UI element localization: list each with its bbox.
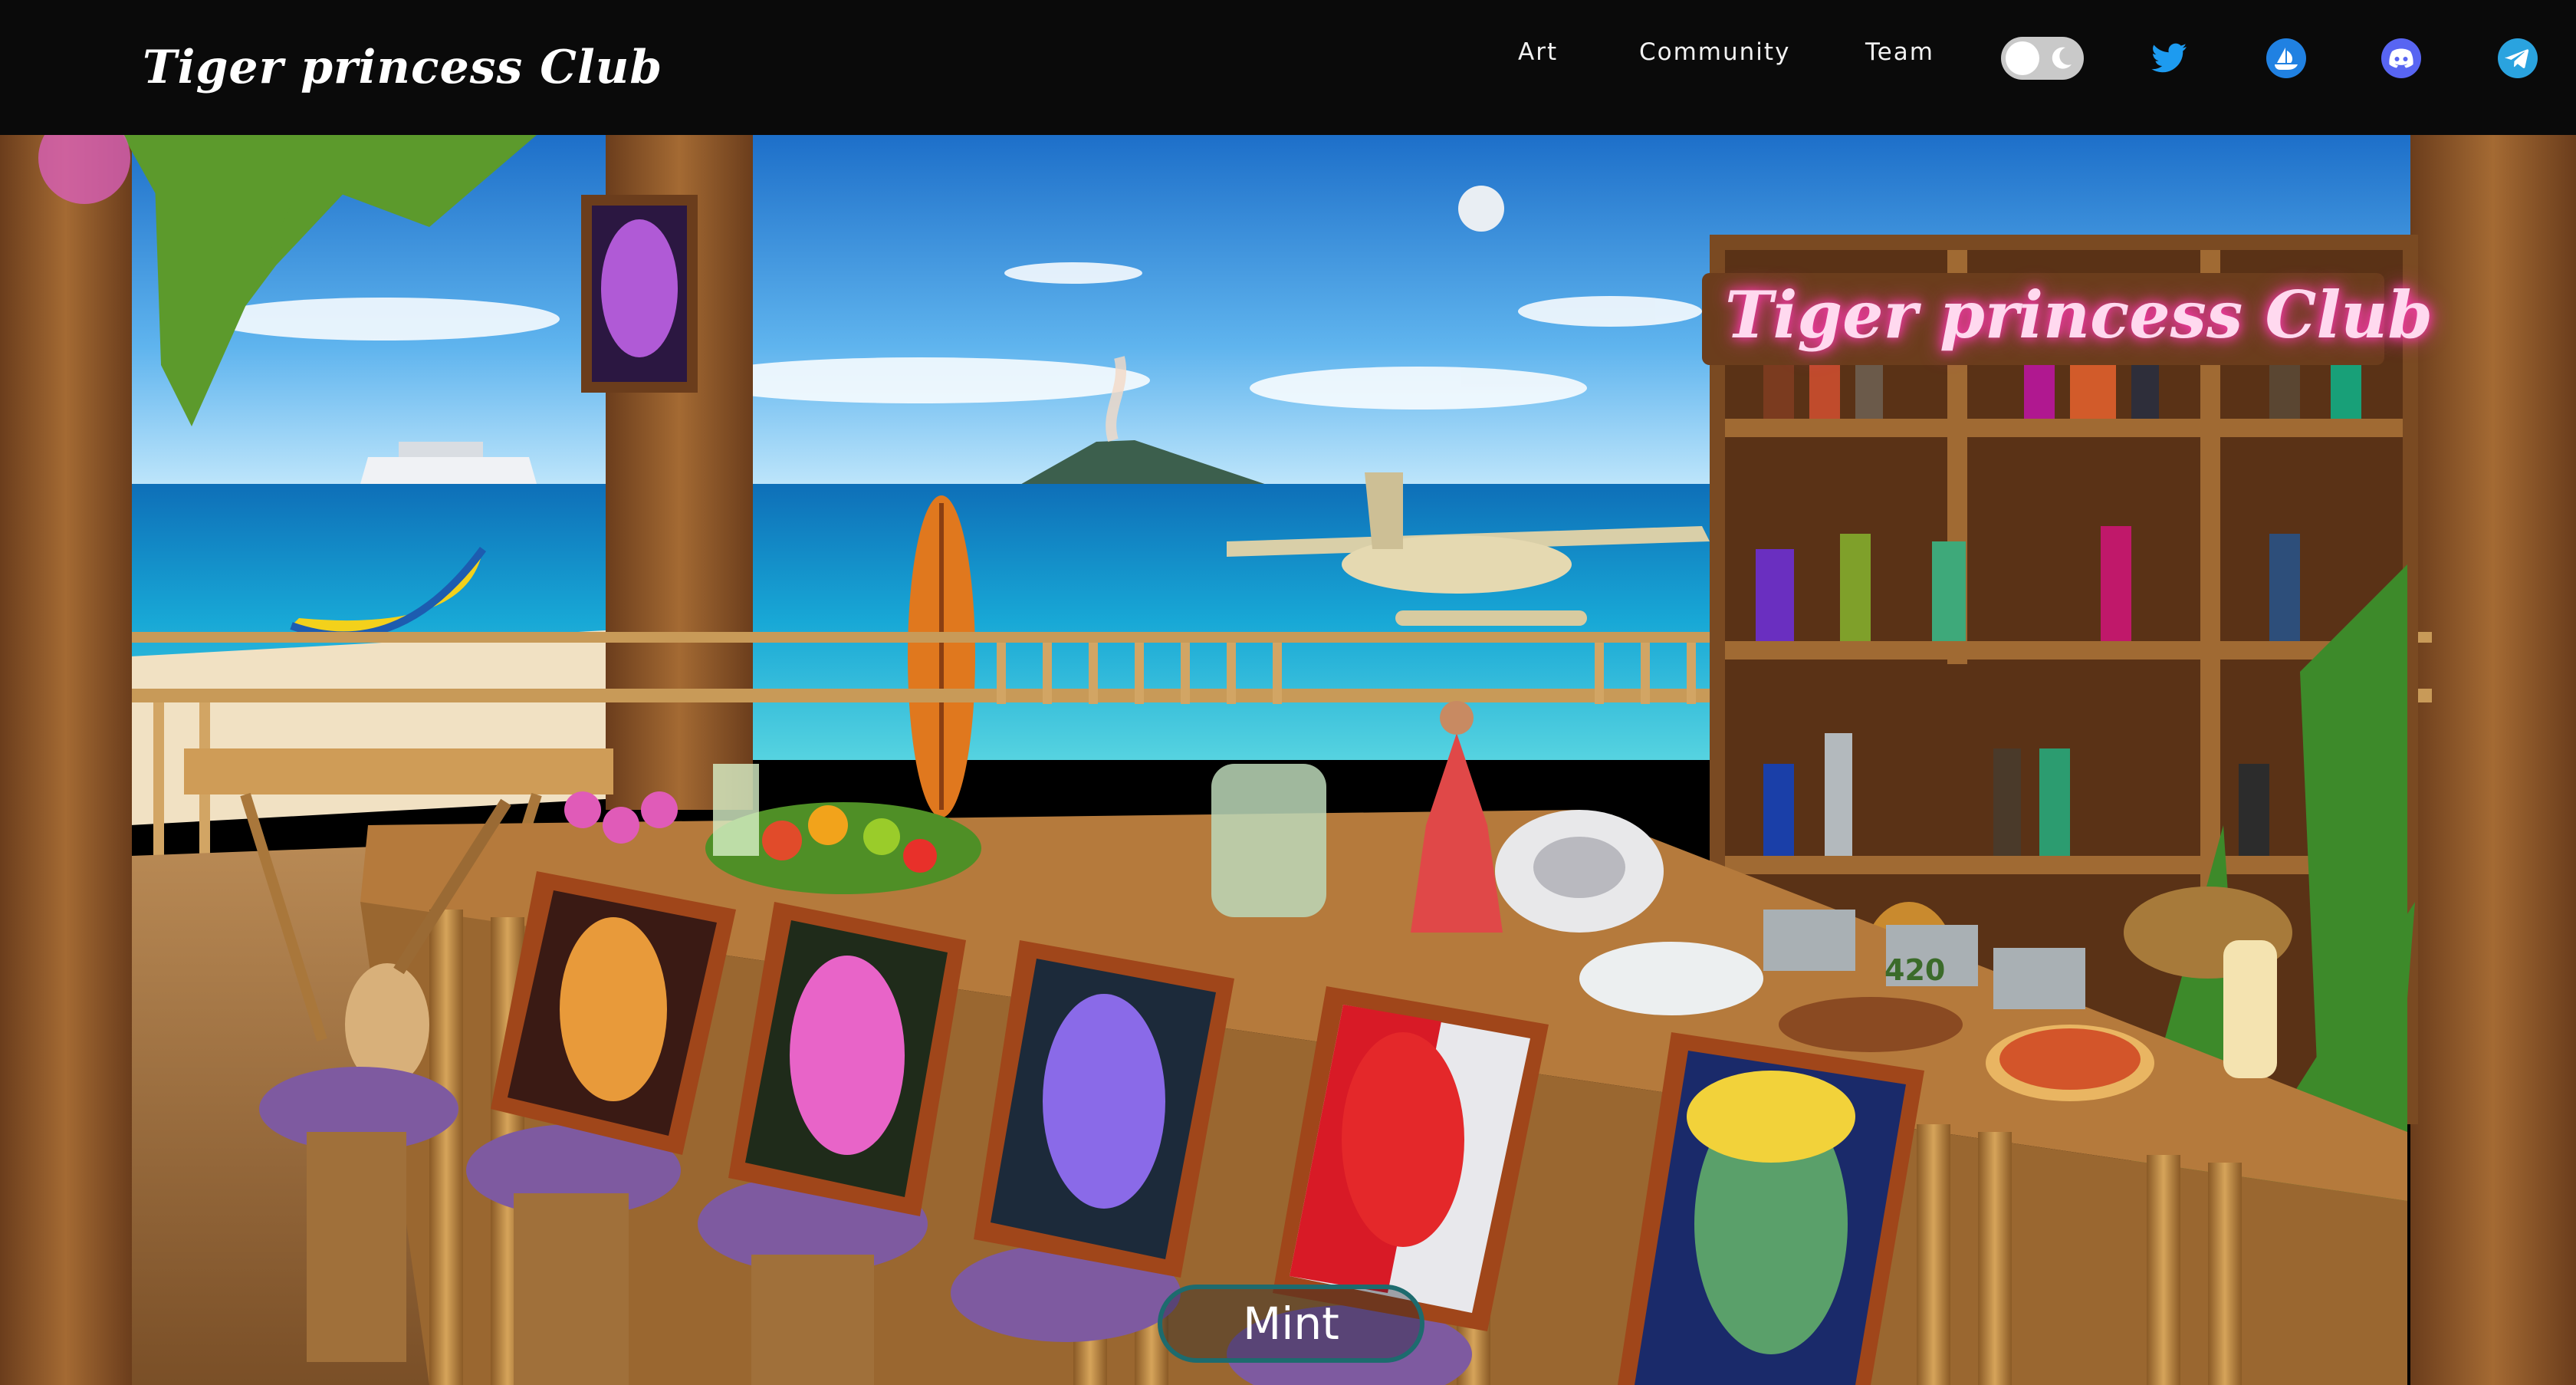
nav-link-team[interactable]: Team xyxy=(1865,38,1934,66)
hero-scene: Tiger princess Club 420 Mint xyxy=(0,135,2576,1385)
opensea-icon[interactable] xyxy=(2265,37,2308,80)
discord-icon[interactable] xyxy=(2380,37,2423,80)
telegram-icon[interactable] xyxy=(2496,37,2539,80)
mint-button[interactable]: Mint xyxy=(1158,1285,1424,1363)
toggle-knob xyxy=(2006,41,2039,75)
moon-icon xyxy=(2052,47,2072,69)
nav-link-community[interactable]: Community xyxy=(1639,38,1790,66)
theme-toggle[interactable] xyxy=(2001,37,2084,80)
jar-label-420: 420 xyxy=(1884,953,1946,987)
neon-sign-text: Tiger princess Club xyxy=(1725,277,2433,353)
twitter-icon[interactable] xyxy=(2148,37,2191,80)
top-nav: Tiger princess Club Art Community Team xyxy=(0,0,2576,135)
site-logo[interactable]: Tiger princess Club xyxy=(143,29,662,106)
nav-link-art[interactable]: Art xyxy=(1518,38,1558,66)
